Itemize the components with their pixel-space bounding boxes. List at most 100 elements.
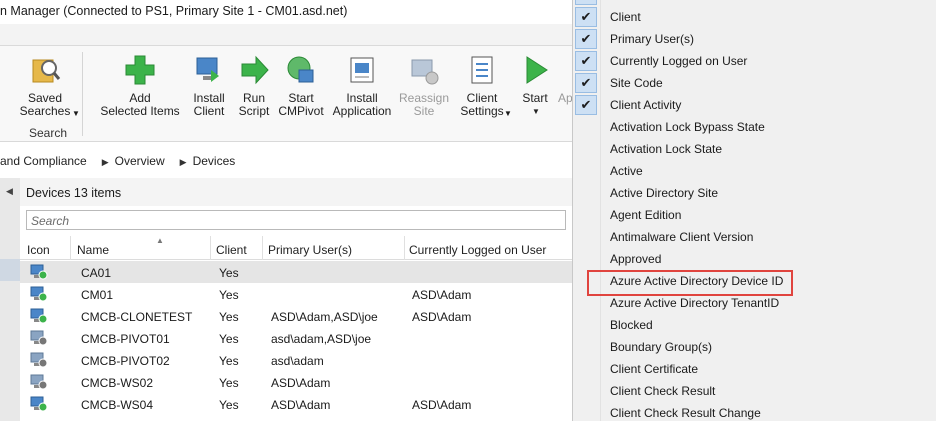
column-header-name[interactable]: Name [77,243,109,257]
start-cmpivot-label: Start CMPivot [278,91,324,118]
breadcrumb: and Compliance ▶ Overview ▶ Devices [0,150,572,172]
table-row[interactable]: CMCB-CLONETEST Yes ASD\Adam,ASD\joe ASD\… [20,305,572,327]
menu-item-currently-logged-on-user[interactable]: ✔ Currently Logged on User [573,50,936,72]
menu-item-label: Client Activity [610,98,682,112]
client-settings-button[interactable]: Client Settings [456,54,508,118]
highlight-annotation-box [587,270,793,296]
column-divider[interactable] [404,236,405,260]
start-button[interactable]: Start ▼ [518,54,552,118]
cell-logged-on-user: ASD\Adam [412,310,472,324]
cell-client: Yes [219,288,239,302]
column-divider[interactable] [70,236,71,260]
run-script-label: Run Script [238,91,270,118]
menu-item-label: Azure Active Directory TenantID [610,296,780,310]
start-cmpivot-button[interactable]: Start CMPivot [278,54,324,118]
menu-item-approved[interactable]: Approved [573,248,936,270]
saved-searches-button[interactable]: Saved Searches [16,54,74,118]
ribbon-tabstrip [0,24,572,46]
run-arrow-icon [238,54,270,86]
menu-item-active-directory-site[interactable]: Active Directory Site [573,182,936,204]
run-script-button[interactable]: Run Script [236,54,272,118]
menu-item-client-activity[interactable]: ✔ Client Activity [573,94,936,116]
menu-item-agent-edition[interactable]: Agent Edition [573,204,936,226]
add-plus-icon [124,54,156,86]
devices-panel-header: Devices 13 items [20,178,572,206]
client-settings-dropdown-icon[interactable]: ▼ [504,109,512,118]
add-selected-items-button[interactable]: Add Selected Items [96,54,184,118]
add-selected-items-label: Add Selected Items [100,91,180,118]
start-dropdown-icon[interactable]: ▼ [520,105,552,118]
cell-name: CMCB-CLONETEST [81,310,193,324]
cell-client: Yes [219,398,239,412]
cell-logged-on-user: ASD\Adam [412,398,472,412]
search-group-label: Search [29,126,68,140]
table-row[interactable]: CMCB-WS04 Yes ASD\Adam ASD\Adam [20,393,572,415]
menu-item-client[interactable]: ✔ Client [573,6,936,28]
menu-item-site-code[interactable]: ✔ Site Code [573,72,936,94]
table-row[interactable]: CMCB-WS02 Yes ASD\Adam [20,371,572,393]
collapse-pane-icon[interactable]: ◀ [6,186,13,197]
menu-item-label: Antimalware Client Version [610,230,754,244]
cell-primary-users: asd\adam,ASD\joe [271,332,372,346]
menu-item-antimalware-client-version[interactable]: Antimalware Client Version [573,226,936,248]
menu-item-boundary-groups[interactable]: Boundary Group(s) [573,336,936,358]
install-client-icon [193,54,225,86]
table-row[interactable]: CA01 Yes [20,261,572,283]
reassign-site-button[interactable]: Reassign Site [398,54,450,118]
cell-client: Yes [219,376,239,390]
reassign-site-icon [408,54,440,86]
cell-name: CM01 [81,288,114,302]
cell-name: CMCB-WS02 [81,376,154,390]
window-title: n Manager (Connected to PS1, Primary Sit… [0,0,572,24]
table-row[interactable]: CMCB-PIVOT01 Yes asd\adam,ASD\joe [20,327,572,349]
menu-item-label: Boundary Group(s) [610,340,713,354]
menu-item-client-check-result[interactable]: Client Check Result [573,380,936,402]
column-header-icon[interactable]: Icon [27,243,50,257]
device-offline-icon [30,330,48,346]
install-application-button[interactable]: Install Application [330,54,394,118]
cell-name: CMCB-WS04 [81,398,154,412]
cell-name: CMCB-PIVOT02 [81,354,170,368]
menu-item-client-certificate[interactable]: Client Certificate [573,358,936,380]
cell-client: Yes [219,310,239,324]
breadcrumb-item[interactable]: Overview [115,154,165,168]
checkmark-icon: ✔ [575,0,597,5]
sort-ascending-icon: ▲ [156,236,164,245]
saved-searches-dropdown-icon[interactable]: ▼ [72,109,80,118]
cell-client: Yes [219,332,239,346]
breadcrumb-item[interactable]: Devices [193,154,236,168]
menu-item-activation-lock-bypass-state[interactable]: Activation Lock Bypass State [573,116,936,138]
menu-item-label: Activation Lock State [610,142,723,156]
breadcrumb-item[interactable]: and Compliance [0,154,87,168]
menu-item-active[interactable]: Active [573,160,936,182]
device-online-icon [30,396,48,412]
device-offline-icon [30,352,48,368]
menu-item-blocked[interactable]: Blocked [573,314,936,336]
start-label: Start [522,91,548,105]
column-divider[interactable] [210,236,211,260]
breadcrumb-separator-icon: ▶ [101,157,109,167]
table-row[interactable]: CM01 Yes ASD\Adam [20,283,572,305]
menu-item-primary-users[interactable]: ✔ Primary User(s) [573,28,936,50]
table-row[interactable]: CMCB-PIVOT02 Yes asd\adam [20,349,572,371]
install-application-label: Install Application [332,91,392,118]
navigation-pane-collapsed: ◀ [0,178,20,421]
column-divider[interactable] [262,236,263,260]
install-client-button[interactable]: Install Client [190,54,228,118]
client-settings-icon [466,54,498,86]
menu-item-activation-lock-state[interactable]: Activation Lock State [573,138,936,160]
column-header-client[interactable]: Client [216,243,247,257]
menu-item-label: Site Code [610,76,663,90]
start-play-icon [519,54,551,86]
search-input[interactable]: Search [26,210,566,230]
navigation-selection-indicator [0,259,20,281]
cell-primary-users: ASD\Adam [271,398,331,412]
checkmark-icon: ✔ [575,51,597,71]
cmpivot-icon [285,54,317,86]
checkmark-icon: ✔ [575,95,597,115]
column-header-primary-users[interactable]: Primary User(s) [268,243,352,257]
menu-item-label: Active Directory Site [610,186,719,200]
checkmark-icon: ✔ [575,73,597,93]
column-header-logged-on-user[interactable]: Currently Logged on User [409,243,546,257]
truncated-ribbon-button[interactable]: Ap [558,92,572,105]
